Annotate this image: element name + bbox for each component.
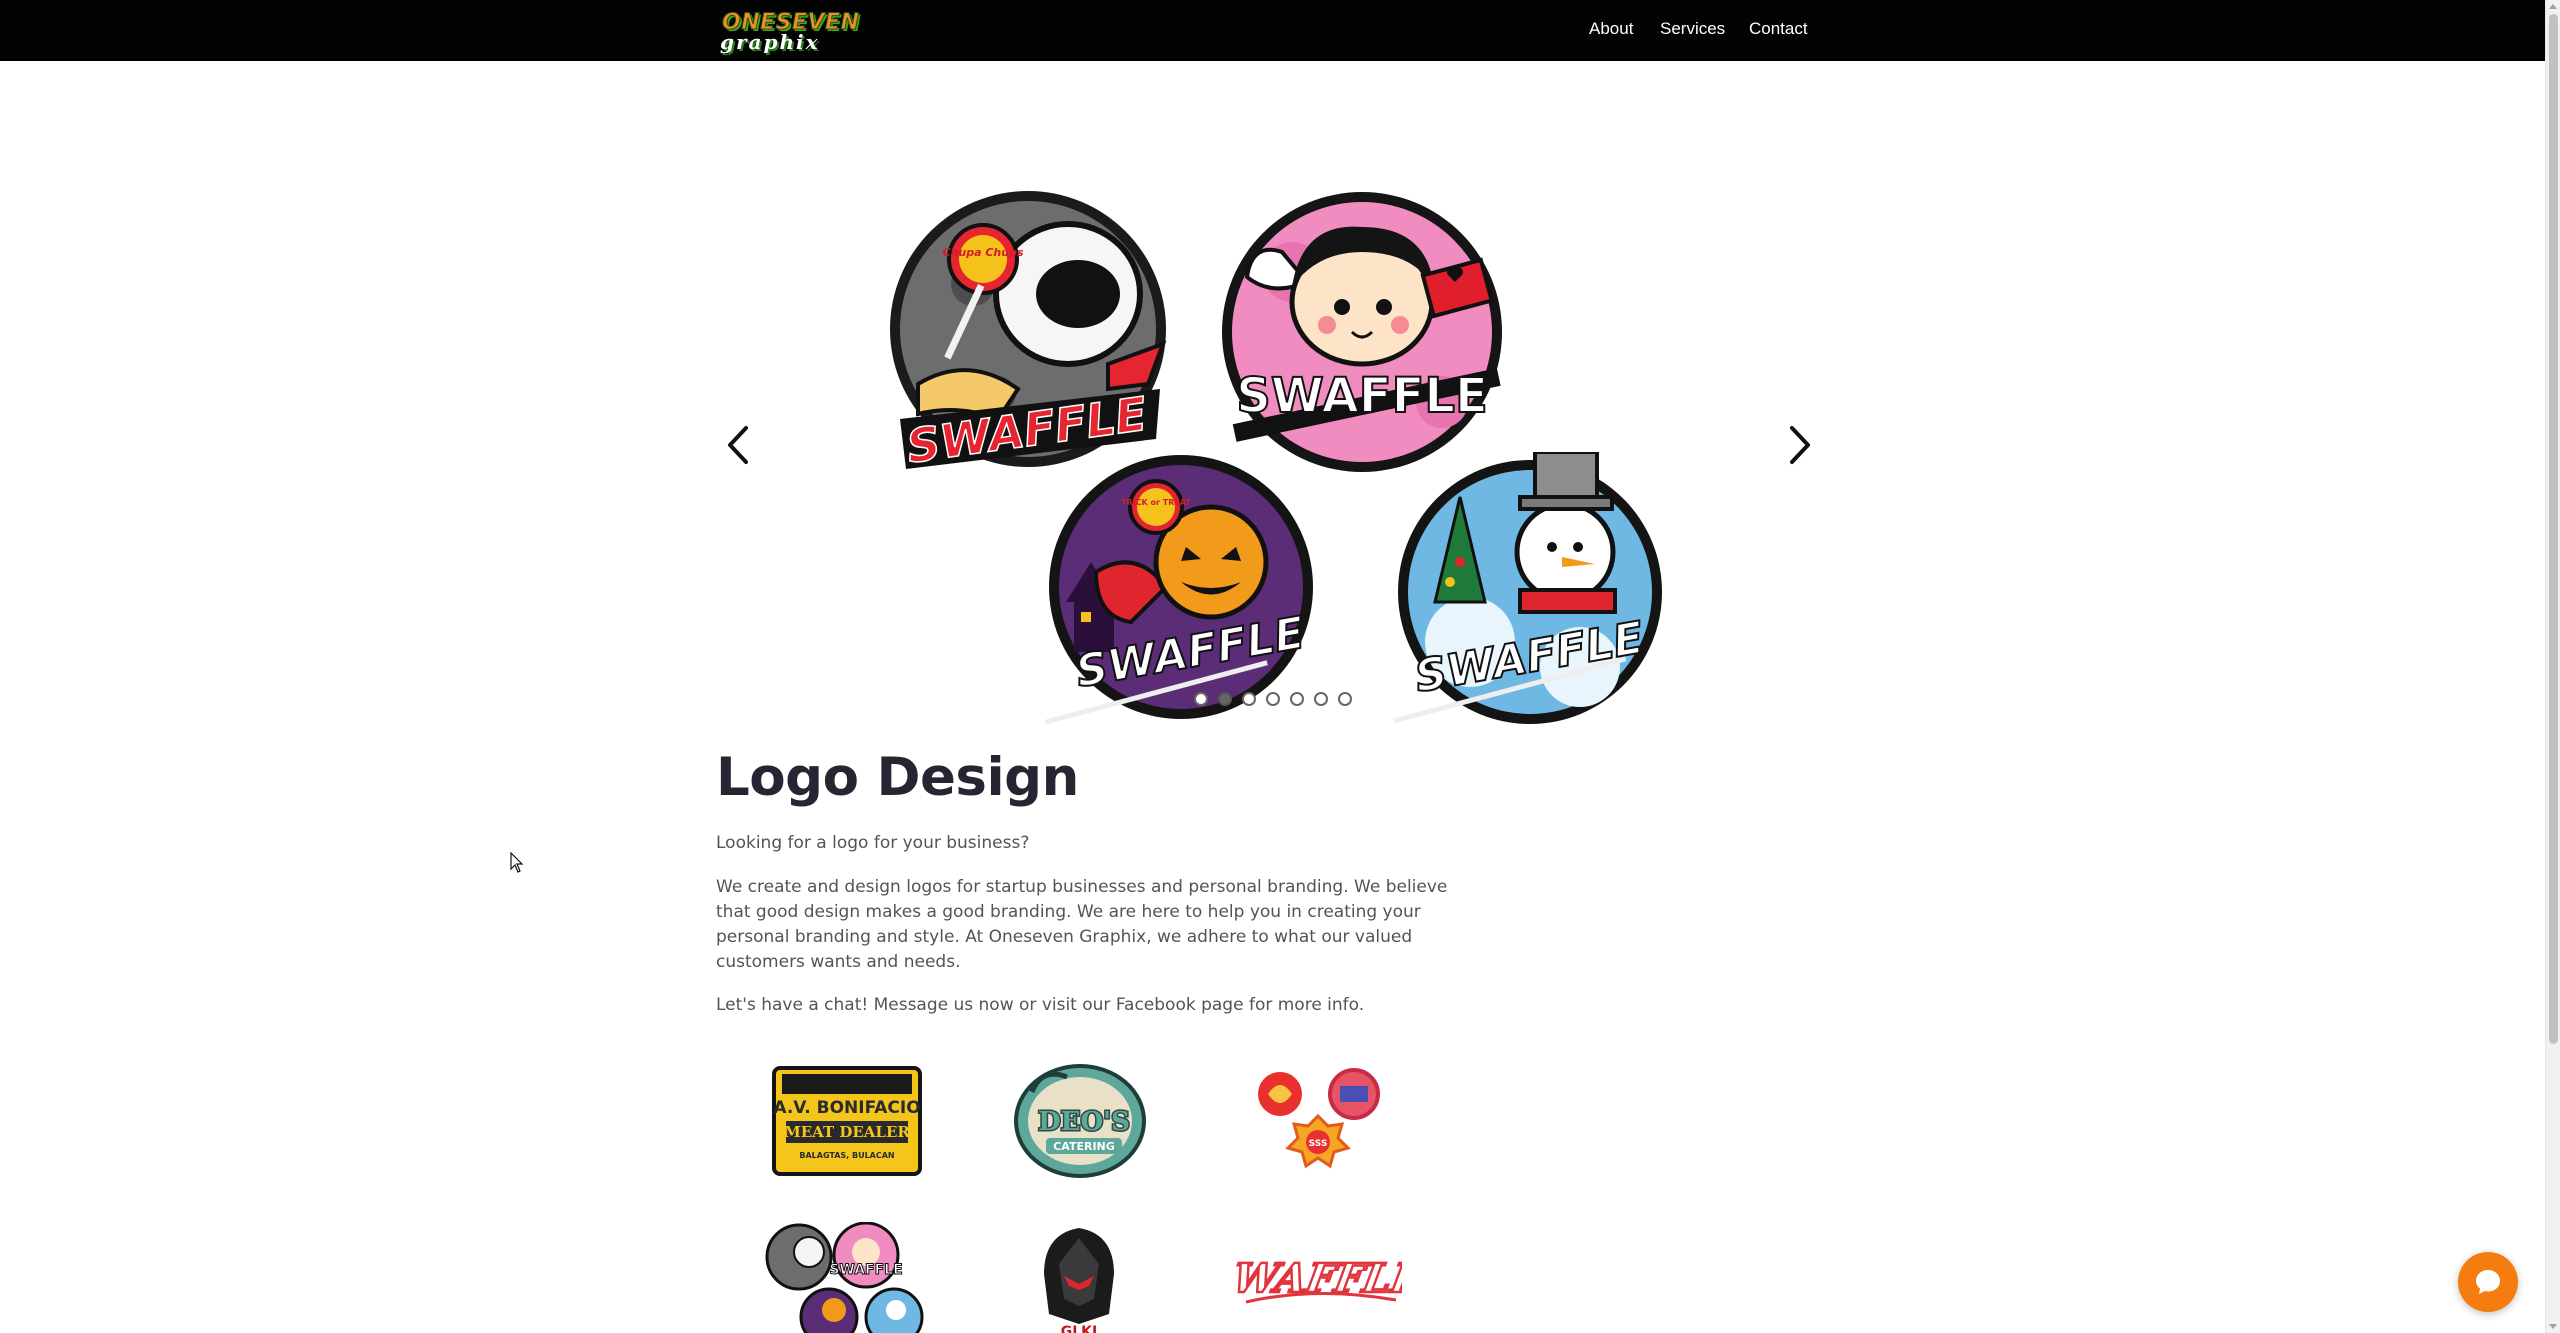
scroll-up-arrow-icon[interactable] [2549,4,2557,9]
scroll-down-arrow-icon[interactable] [2549,1324,2557,1329]
gallery-logo-swaffle-script[interactable]: SWAFFLE [1236,1246,1402,1316]
carousel-dot-7[interactable] [1338,692,1352,706]
chupa-chups-text: Chupa Chups [942,246,1023,259]
swaffle-cupid-sticker-image: SWAFFLE [1222,192,1502,472]
section-title: Logo Design [716,747,1079,808]
chevron-right-icon [1790,426,1810,464]
section-body: We create and design logos for startup b… [716,877,1448,972]
glki-text: GLKI [1061,1324,1097,1333]
swaffle-pumpkin-sticker-image: TRICK or TREAT SWAFFLE [1044,455,1313,725]
carousel-dot-4[interactable] [1266,692,1280,706]
carousel-next-button[interactable] [1776,422,1822,468]
swaffle-snowman-sticker-image: SWAFFLE [1393,452,1662,724]
carousel-dot-5[interactable] [1290,692,1304,706]
gallery-logo-sss-set[interactable]: SSS [1252,1066,1384,1178]
av-bonifacio-location: BALAGTAS, BULACAN [799,1151,894,1160]
carousel-dot-1[interactable] [1194,692,1208,706]
gallery-logo-deos-catering[interactable]: DEO'S DEO'S CATERING [1012,1062,1148,1180]
trick-or-treat-text: TRICK or TREAT [1121,498,1191,507]
main-nav: About Services Contact [0,19,2545,41]
gallery-logo-glki[interactable]: GLKI [1034,1224,1124,1333]
deos-title: DEO'S [1038,1107,1130,1137]
section-cta: Let's have a chat! Message us now or vis… [716,995,1365,1015]
logo-design-section: Logo Design Looking for a logo for your … [716,746,1456,1018]
chat-launcher-button[interactable] [2458,1252,2518,1312]
scrollbar-thumb[interactable] [2549,14,2558,1044]
sss-text: SSS [1309,1139,1328,1149]
logo-gallery: A.V. BONIFACIO MEAT DEALER BALAGTAS, BUL… [716,1058,1456,1333]
gallery-logo-av-bonifacio[interactable]: A.V. BONIFACIO MEAT DEALER BALAGTAS, BUL… [772,1066,922,1176]
nav-contact-link[interactable]: Contact [1749,19,1808,39]
deos-subtitle: CATERING [1053,1140,1115,1153]
nav-services-link[interactable]: Services [1660,19,1725,39]
carousel-slide-swaffle-stickers: Chupa Chups SWAFFLE GUILD SWAFFLE TRICK … [716,160,1816,730]
carousel-dot-6[interactable] [1314,692,1328,706]
chevron-left-icon [728,426,748,464]
carousel-dot-2[interactable] [1218,692,1232,706]
gallery-logo-swaffle-set[interactable]: SWAFFLE [764,1222,930,1333]
top-navbar: ONESEVEN graphix About Services Contact [0,0,2545,61]
chat-bubble-icon [2476,1270,2500,1294]
section-intro: Looking for a logo for your business? [716,833,1030,853]
page-scrollbar[interactable] [2545,0,2560,1333]
portfolio-carousel: Chupa Chups SWAFFLE GUILD SWAFFLE TRICK … [716,160,1816,730]
carousel-dot-3[interactable] [1242,692,1256,706]
swaffle-astronaut-sticker-image: Chupa Chups SWAFFLE GUILD [890,191,1167,474]
swaffle-text: SWAFFLE [1236,368,1487,424]
nav-about-link[interactable]: About [1589,19,1633,39]
mouse-pointer-icon [510,852,524,873]
av-bonifacio-title: A.V. BONIFACIO [773,1098,920,1118]
carousel-prev-button[interactable] [716,422,762,468]
swaffle-mini-text: SWAFFLE [829,1262,902,1278]
av-bonifacio-subtitle: MEAT DEALER [784,1123,910,1141]
